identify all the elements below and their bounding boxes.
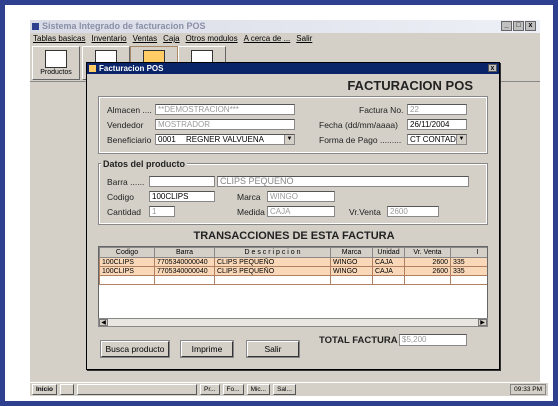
beneficiario-select[interactable]: 0001 REGNER VALVUENA ▼ [155,134,295,145]
table-row[interactable]: 100CLIPS 7705340000040 CLIPS PEQUEÑO WIN… [99,266,487,276]
vendedor-label: Vendedor [107,120,144,130]
cell-marca: WINGO [330,257,373,267]
menu-acerca-de[interactable]: A cerca de ... [244,33,291,44]
taskbar-task-4[interactable]: Mic... [246,384,271,395]
cell-descripcion: CLIPS PEQUEÑO [214,266,331,276]
factura-field[interactable]: 22 [407,104,467,115]
factura-label: Factura No. [359,105,404,115]
almacen-field[interactable]: **DEMOSTRACION*** [155,104,295,115]
transacciones-title: TRANSACCIONES DE ESTA FACTURA [193,230,395,242]
dialog-titlebar: Facturacion POS x [87,63,499,74]
beneficiario-code: 0001 [158,135,176,144]
cell-descripcion: CLIPS PEQUEÑO [214,257,331,267]
transacciones-table[interactable]: Codigo Barra D e s c r i p c i o n Marca… [98,246,488,326]
forma-pago-value: CT CONTADO [410,135,463,144]
menu-inventario[interactable]: Inventario [91,33,126,44]
fecha-field[interactable]: 26/11/2004 [407,119,467,130]
dialog-title: Facturacion POS [99,64,164,73]
col-barra[interactable]: Barra [154,247,215,258]
scroll-right-icon[interactable]: ▶ [478,319,487,326]
minimize-button[interactable]: _ [501,21,512,31]
dialog-icon [89,65,96,72]
producto-section-title: Datos del producto [101,159,188,169]
cell-extra: 335 [450,266,487,276]
taskbar-task-1[interactable] [76,384,197,395]
busca-producto-button[interactable]: Busca producto [100,340,170,358]
cell-vr-venta: 2600 [404,266,451,276]
cantidad-field[interactable]: 1 [149,206,175,217]
menu-bar: Tablas basicas Inventario Ventas Caja Ot… [30,33,540,44]
cell-extra: 335 [450,257,487,267]
col-marca[interactable]: Marca [330,247,373,258]
medida-field[interactable]: CAJA [267,206,335,217]
taskbar-clock: 09:33 PM [510,384,546,395]
productos-tool-button[interactable]: Productos [32,46,80,80]
chevron-down-icon[interactable]: ▼ [456,135,466,144]
app-titlebar: Sistema Integrado de facturacion POS _ □… [30,20,540,33]
taskbar-quicklaunch-1[interactable] [59,384,74,395]
horizontal-scrollbar[interactable]: ◀ ▶ [98,318,488,327]
taskbar: Inicio Pr... Fo... Mic... Sal... 09:33 P… [30,382,548,396]
table-header-row: Codigo Barra D e s c r i p c i o n Marca… [99,247,487,258]
forma-pago-label: Forma de Pago ......... [319,135,402,145]
salir-button[interactable]: Salir [246,340,300,358]
table-row[interactable] [99,275,487,285]
chevron-down-icon[interactable]: ▼ [284,135,294,144]
menu-ventas[interactable]: Ventas [133,33,157,44]
forma-pago-select[interactable]: CT CONTADO ▼ [407,134,467,145]
total-factura-label: TOTAL FACTURA [319,335,398,346]
codigo-label: Codigo [107,192,134,202]
menu-otros-modulos[interactable]: Otros modulos [186,33,238,44]
col-extra[interactable]: I [450,247,487,258]
total-factura-field: $5,200 [399,334,467,346]
vrventa-label: Vr.Venta [349,207,381,217]
cell-unidad: CAJA [372,266,405,276]
vrventa-field[interactable]: 2600 [387,206,439,217]
cell-barra: 7705340000040 [154,257,215,267]
cell-unidad: CAJA [372,257,405,267]
codigo-field[interactable]: 100CLIPS [149,191,215,202]
cell-marca: WINGO [330,266,373,276]
table-row[interactable]: 100CLIPS 7705340000040 CLIPS PEQUEÑO WIN… [99,257,487,267]
descripcion-field[interactable]: CLIPS PEQUEÑO [217,176,469,187]
col-vr-venta[interactable]: Vr. Venta [404,247,451,258]
start-button[interactable]: Inicio [32,384,57,395]
menu-tablas-basicas[interactable]: Tablas basicas [33,33,85,44]
page-title: FACTURACION POS [347,78,473,93]
col-descripcion[interactable]: D e s c r i p c i o n [214,247,331,258]
fecha-label: Fecha (dd/mm/aaaa) [319,120,398,130]
beneficiario-label: Beneficiario [107,135,152,145]
imprime-button[interactable]: Imprime [180,340,234,358]
barra-label: Barra ...... [107,177,145,187]
facturacion-dialog: Facturacion POS x FACTURACION POS Almace… [86,62,500,370]
vendedor-field[interactable]: MOSTRADOR [155,119,295,130]
productos-icon [45,50,67,68]
scroll-left-icon[interactable]: ◀ [99,319,108,326]
taskbar-task-3[interactable]: Fo... [222,384,244,395]
marca-field[interactable]: WINGO [267,191,335,202]
medida-label: Medida [237,207,265,217]
cell-barra: 7705340000040 [154,266,215,276]
taskbar-task-2[interactable]: Pr... [199,384,220,395]
cantidad-label: Cantidad [107,207,142,217]
almacen-label: Almacen .... [107,105,152,115]
cell-vr-venta: 2600 [404,257,451,267]
taskbar-task-5[interactable]: Sal... [273,384,296,395]
cell-codigo: 100CLIPS [99,266,155,276]
menu-caja[interactable]: Caja [163,33,179,44]
col-codigo[interactable]: Codigo [99,247,155,258]
beneficiario-name: REGNER VALVUENA [186,135,264,144]
menu-salir[interactable]: Salir [296,33,312,44]
app-title: Sistema Integrado de facturacion POS [42,21,206,31]
dialog-close-button[interactable]: x [488,64,497,72]
col-unidad[interactable]: Unidad [372,247,405,258]
app-icon [32,23,39,30]
marca-label: Marca [237,192,261,202]
productos-label: Productos [40,69,72,76]
close-button[interactable]: x [525,21,536,31]
barra-field[interactable] [149,176,215,187]
maximize-button[interactable]: □ [513,21,524,31]
cell-codigo: 100CLIPS [99,257,155,267]
